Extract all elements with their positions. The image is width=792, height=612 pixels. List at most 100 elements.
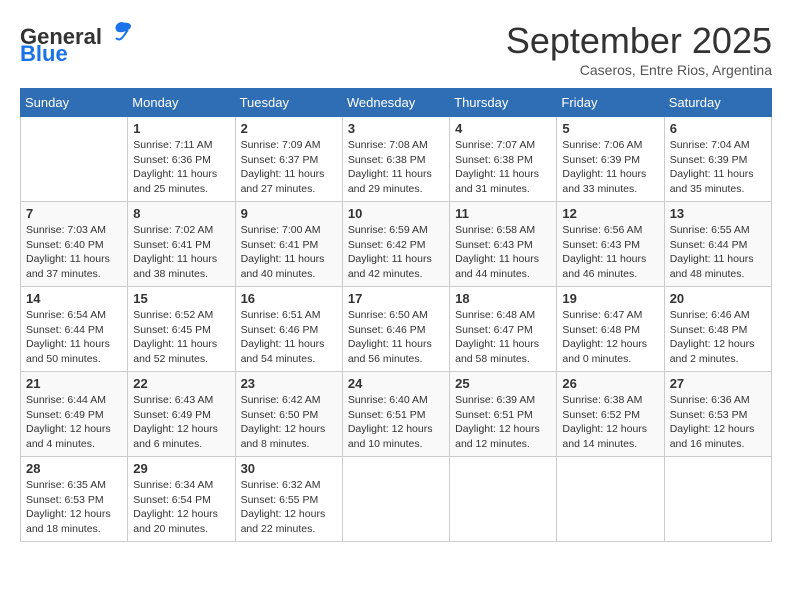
calendar-cell: 15 Sunrise: 6:52 AMSunset: 6:45 PMDayligh… bbox=[128, 287, 235, 372]
calendar-cell: 13 Sunrise: 6:55 AMSunset: 6:44 PMDayligh… bbox=[664, 202, 771, 287]
day-number: 10 bbox=[348, 206, 444, 221]
day-number: 4 bbox=[455, 121, 551, 136]
day-number: 25 bbox=[455, 376, 551, 391]
calendar-cell: 14 Sunrise: 6:54 AMSunset: 6:44 PMDayligh… bbox=[21, 287, 128, 372]
day-info: Sunrise: 7:07 AMSunset: 6:38 PMDaylight:… bbox=[455, 138, 551, 197]
calendar-cell: 7Sunrise: 7:03 AMSunset: 6:40 PMDaylight… bbox=[21, 202, 128, 287]
day-info: Sunrise: 6:34 AMSunset: 6:54 PMDaylight:… bbox=[133, 478, 229, 537]
day-info: Sunrise: 6:32 AMSunset: 6:55 PMDaylight:… bbox=[241, 478, 337, 537]
day-number: 23 bbox=[241, 376, 337, 391]
day-number: 13 bbox=[670, 206, 766, 221]
calendar-cell: 12 Sunrise: 6:56 AMSunset: 6:43 PMDayligh… bbox=[557, 202, 664, 287]
day-info: Sunrise: 6:51 AMSunset: 6:46 PMDaylight:… bbox=[241, 308, 337, 367]
month-title: September 2025 bbox=[506, 20, 772, 62]
calendar-cell bbox=[450, 457, 557, 542]
day-number: 28 bbox=[26, 461, 122, 476]
day-number: 14 bbox=[26, 291, 122, 306]
header-day-thursday: Thursday bbox=[450, 89, 557, 117]
day-info: Sunrise: 6:52 AMSunset: 6:45 PMDaylight:… bbox=[133, 308, 229, 367]
calendar-cell: 21 Sunrise: 6:44 AMSunset: 6:49 PMDayligh… bbox=[21, 372, 128, 457]
day-info: Sunrise: 6:44 AMSunset: 6:49 PMDaylight:… bbox=[26, 393, 122, 452]
calendar-cell: 22 Sunrise: 6:43 AMSunset: 6:49 PMDayligh… bbox=[128, 372, 235, 457]
header-day-sunday: Sunday bbox=[21, 89, 128, 117]
day-number: 17 bbox=[348, 291, 444, 306]
calendar-cell: 1 Sunrise: 7:11 AMSunset: 6:36 PMDaylight… bbox=[128, 117, 235, 202]
calendar-cell: 5 Sunrise: 7:06 AMSunset: 6:39 PMDaylight… bbox=[557, 117, 664, 202]
day-number: 30 bbox=[241, 461, 337, 476]
day-info: Sunrise: 6:59 AMSunset: 6:42 PMDaylight:… bbox=[348, 223, 444, 282]
calendar-body: 1 Sunrise: 7:11 AMSunset: 6:36 PMDaylight… bbox=[21, 117, 772, 542]
calendar-week-row: 1 Sunrise: 7:11 AMSunset: 6:36 PMDaylight… bbox=[21, 117, 772, 202]
day-info: Sunrise: 6:47 AMSunset: 6:48 PMDaylight:… bbox=[562, 308, 658, 367]
day-number: 7 bbox=[26, 206, 122, 221]
day-info: Sunrise: 7:06 AMSunset: 6:39 PMDaylight:… bbox=[562, 138, 658, 197]
calendar-cell: 10 Sunrise: 6:59 AMSunset: 6:42 PMDayligh… bbox=[342, 202, 449, 287]
calendar-cell: 2 Sunrise: 7:09 AMSunset: 6:37 PMDaylight… bbox=[235, 117, 342, 202]
day-info: Sunrise: 7:09 AMSunset: 6:37 PMDaylight:… bbox=[241, 138, 337, 197]
day-info: Sunrise: 6:55 AMSunset: 6:44 PMDaylight:… bbox=[670, 223, 766, 282]
day-number: 1 bbox=[133, 121, 229, 136]
day-number: 16 bbox=[241, 291, 337, 306]
calendar-cell: 8Sunrise: 7:02 AMSunset: 6:41 PMDaylight… bbox=[128, 202, 235, 287]
day-number: 9 bbox=[241, 206, 337, 221]
header-day-tuesday: Tuesday bbox=[235, 89, 342, 117]
day-info: Sunrise: 6:50 AMSunset: 6:46 PMDaylight:… bbox=[348, 308, 444, 367]
header-day-monday: Monday bbox=[128, 89, 235, 117]
day-info: Sunrise: 6:42 AMSunset: 6:50 PMDaylight:… bbox=[241, 393, 337, 452]
calendar-cell: 27 Sunrise: 6:36 AMSunset: 6:53 PMDayligh… bbox=[664, 372, 771, 457]
calendar-cell: 23 Sunrise: 6:42 AMSunset: 6:50 PMDayligh… bbox=[235, 372, 342, 457]
day-info: Sunrise: 6:46 AMSunset: 6:48 PMDaylight:… bbox=[670, 308, 766, 367]
header-day-saturday: Saturday bbox=[664, 89, 771, 117]
calendar-week-row: 28 Sunrise: 6:35 AMSunset: 6:53 PMDayligh… bbox=[21, 457, 772, 542]
day-number: 24 bbox=[348, 376, 444, 391]
day-info: Sunrise: 6:56 AMSunset: 6:43 PMDaylight:… bbox=[562, 223, 658, 282]
day-info: Sunrise: 6:48 AMSunset: 6:47 PMDaylight:… bbox=[455, 308, 551, 367]
calendar-week-row: 14 Sunrise: 6:54 AMSunset: 6:44 PMDayligh… bbox=[21, 287, 772, 372]
day-number: 19 bbox=[562, 291, 658, 306]
day-info: Sunrise: 6:43 AMSunset: 6:49 PMDaylight:… bbox=[133, 393, 229, 452]
day-number: 2 bbox=[241, 121, 337, 136]
day-number: 20 bbox=[670, 291, 766, 306]
logo-bird-icon bbox=[110, 20, 134, 44]
calendar-cell bbox=[21, 117, 128, 202]
day-number: 6 bbox=[670, 121, 766, 136]
calendar-cell: 19 Sunrise: 6:47 AMSunset: 6:48 PMDayligh… bbox=[557, 287, 664, 372]
calendar-cell: 17 Sunrise: 6:50 AMSunset: 6:46 PMDayligh… bbox=[342, 287, 449, 372]
day-info: Sunrise: 7:08 AMSunset: 6:38 PMDaylight:… bbox=[348, 138, 444, 197]
day-number: 5 bbox=[562, 121, 658, 136]
day-number: 27 bbox=[670, 376, 766, 391]
day-number: 3 bbox=[348, 121, 444, 136]
day-info: Sunrise: 7:04 AMSunset: 6:39 PMDaylight:… bbox=[670, 138, 766, 197]
day-info: Sunrise: 6:54 AMSunset: 6:44 PMDaylight:… bbox=[26, 308, 122, 367]
calendar-cell: 6 Sunrise: 7:04 AMSunset: 6:39 PMDaylight… bbox=[664, 117, 771, 202]
logo: General Blue bbox=[20, 20, 134, 67]
title-section: September 2025 Caseros, Entre Rios, Arge… bbox=[506, 20, 772, 78]
day-number: 22 bbox=[133, 376, 229, 391]
calendar-cell: 11 Sunrise: 6:58 AMSunset: 6:43 PMDayligh… bbox=[450, 202, 557, 287]
calendar-cell: 9Sunrise: 7:00 AMSunset: 6:41 PMDaylight… bbox=[235, 202, 342, 287]
day-info: Sunrise: 6:39 AMSunset: 6:51 PMDaylight:… bbox=[455, 393, 551, 452]
day-info: Sunrise: 6:58 AMSunset: 6:43 PMDaylight:… bbox=[455, 223, 551, 282]
calendar-cell: 28 Sunrise: 6:35 AMSunset: 6:53 PMDayligh… bbox=[21, 457, 128, 542]
day-info: Sunrise: 6:38 AMSunset: 6:52 PMDaylight:… bbox=[562, 393, 658, 452]
calendar-cell: 18Sunrise: 6:48 AMSunset: 6:47 PMDayligh… bbox=[450, 287, 557, 372]
day-info: Sunrise: 7:11 AMSunset: 6:36 PMDaylight:… bbox=[133, 138, 229, 197]
calendar-week-row: 7Sunrise: 7:03 AMSunset: 6:40 PMDaylight… bbox=[21, 202, 772, 287]
day-number: 12 bbox=[562, 206, 658, 221]
day-number: 8 bbox=[133, 206, 229, 221]
calendar-cell bbox=[664, 457, 771, 542]
calendar-cell: 25 Sunrise: 6:39 AMSunset: 6:51 PMDayligh… bbox=[450, 372, 557, 457]
day-info: Sunrise: 6:40 AMSunset: 6:51 PMDaylight:… bbox=[348, 393, 444, 452]
day-number: 26 bbox=[562, 376, 658, 391]
calendar-cell: 26 Sunrise: 6:38 AMSunset: 6:52 PMDayligh… bbox=[557, 372, 664, 457]
day-info: Sunrise: 6:35 AMSunset: 6:53 PMDaylight:… bbox=[26, 478, 122, 537]
header-day-friday: Friday bbox=[557, 89, 664, 117]
header-day-wednesday: Wednesday bbox=[342, 89, 449, 117]
day-number: 21 bbox=[26, 376, 122, 391]
day-number: 15 bbox=[133, 291, 229, 306]
calendar-table: SundayMondayTuesdayWednesdayThursdayFrid… bbox=[20, 88, 772, 542]
location-subtitle: Caseros, Entre Rios, Argentina bbox=[506, 62, 772, 78]
day-info: Sunrise: 6:36 AMSunset: 6:53 PMDaylight:… bbox=[670, 393, 766, 452]
day-number: 11 bbox=[455, 206, 551, 221]
calendar-cell: 4 Sunrise: 7:07 AMSunset: 6:38 PMDaylight… bbox=[450, 117, 557, 202]
